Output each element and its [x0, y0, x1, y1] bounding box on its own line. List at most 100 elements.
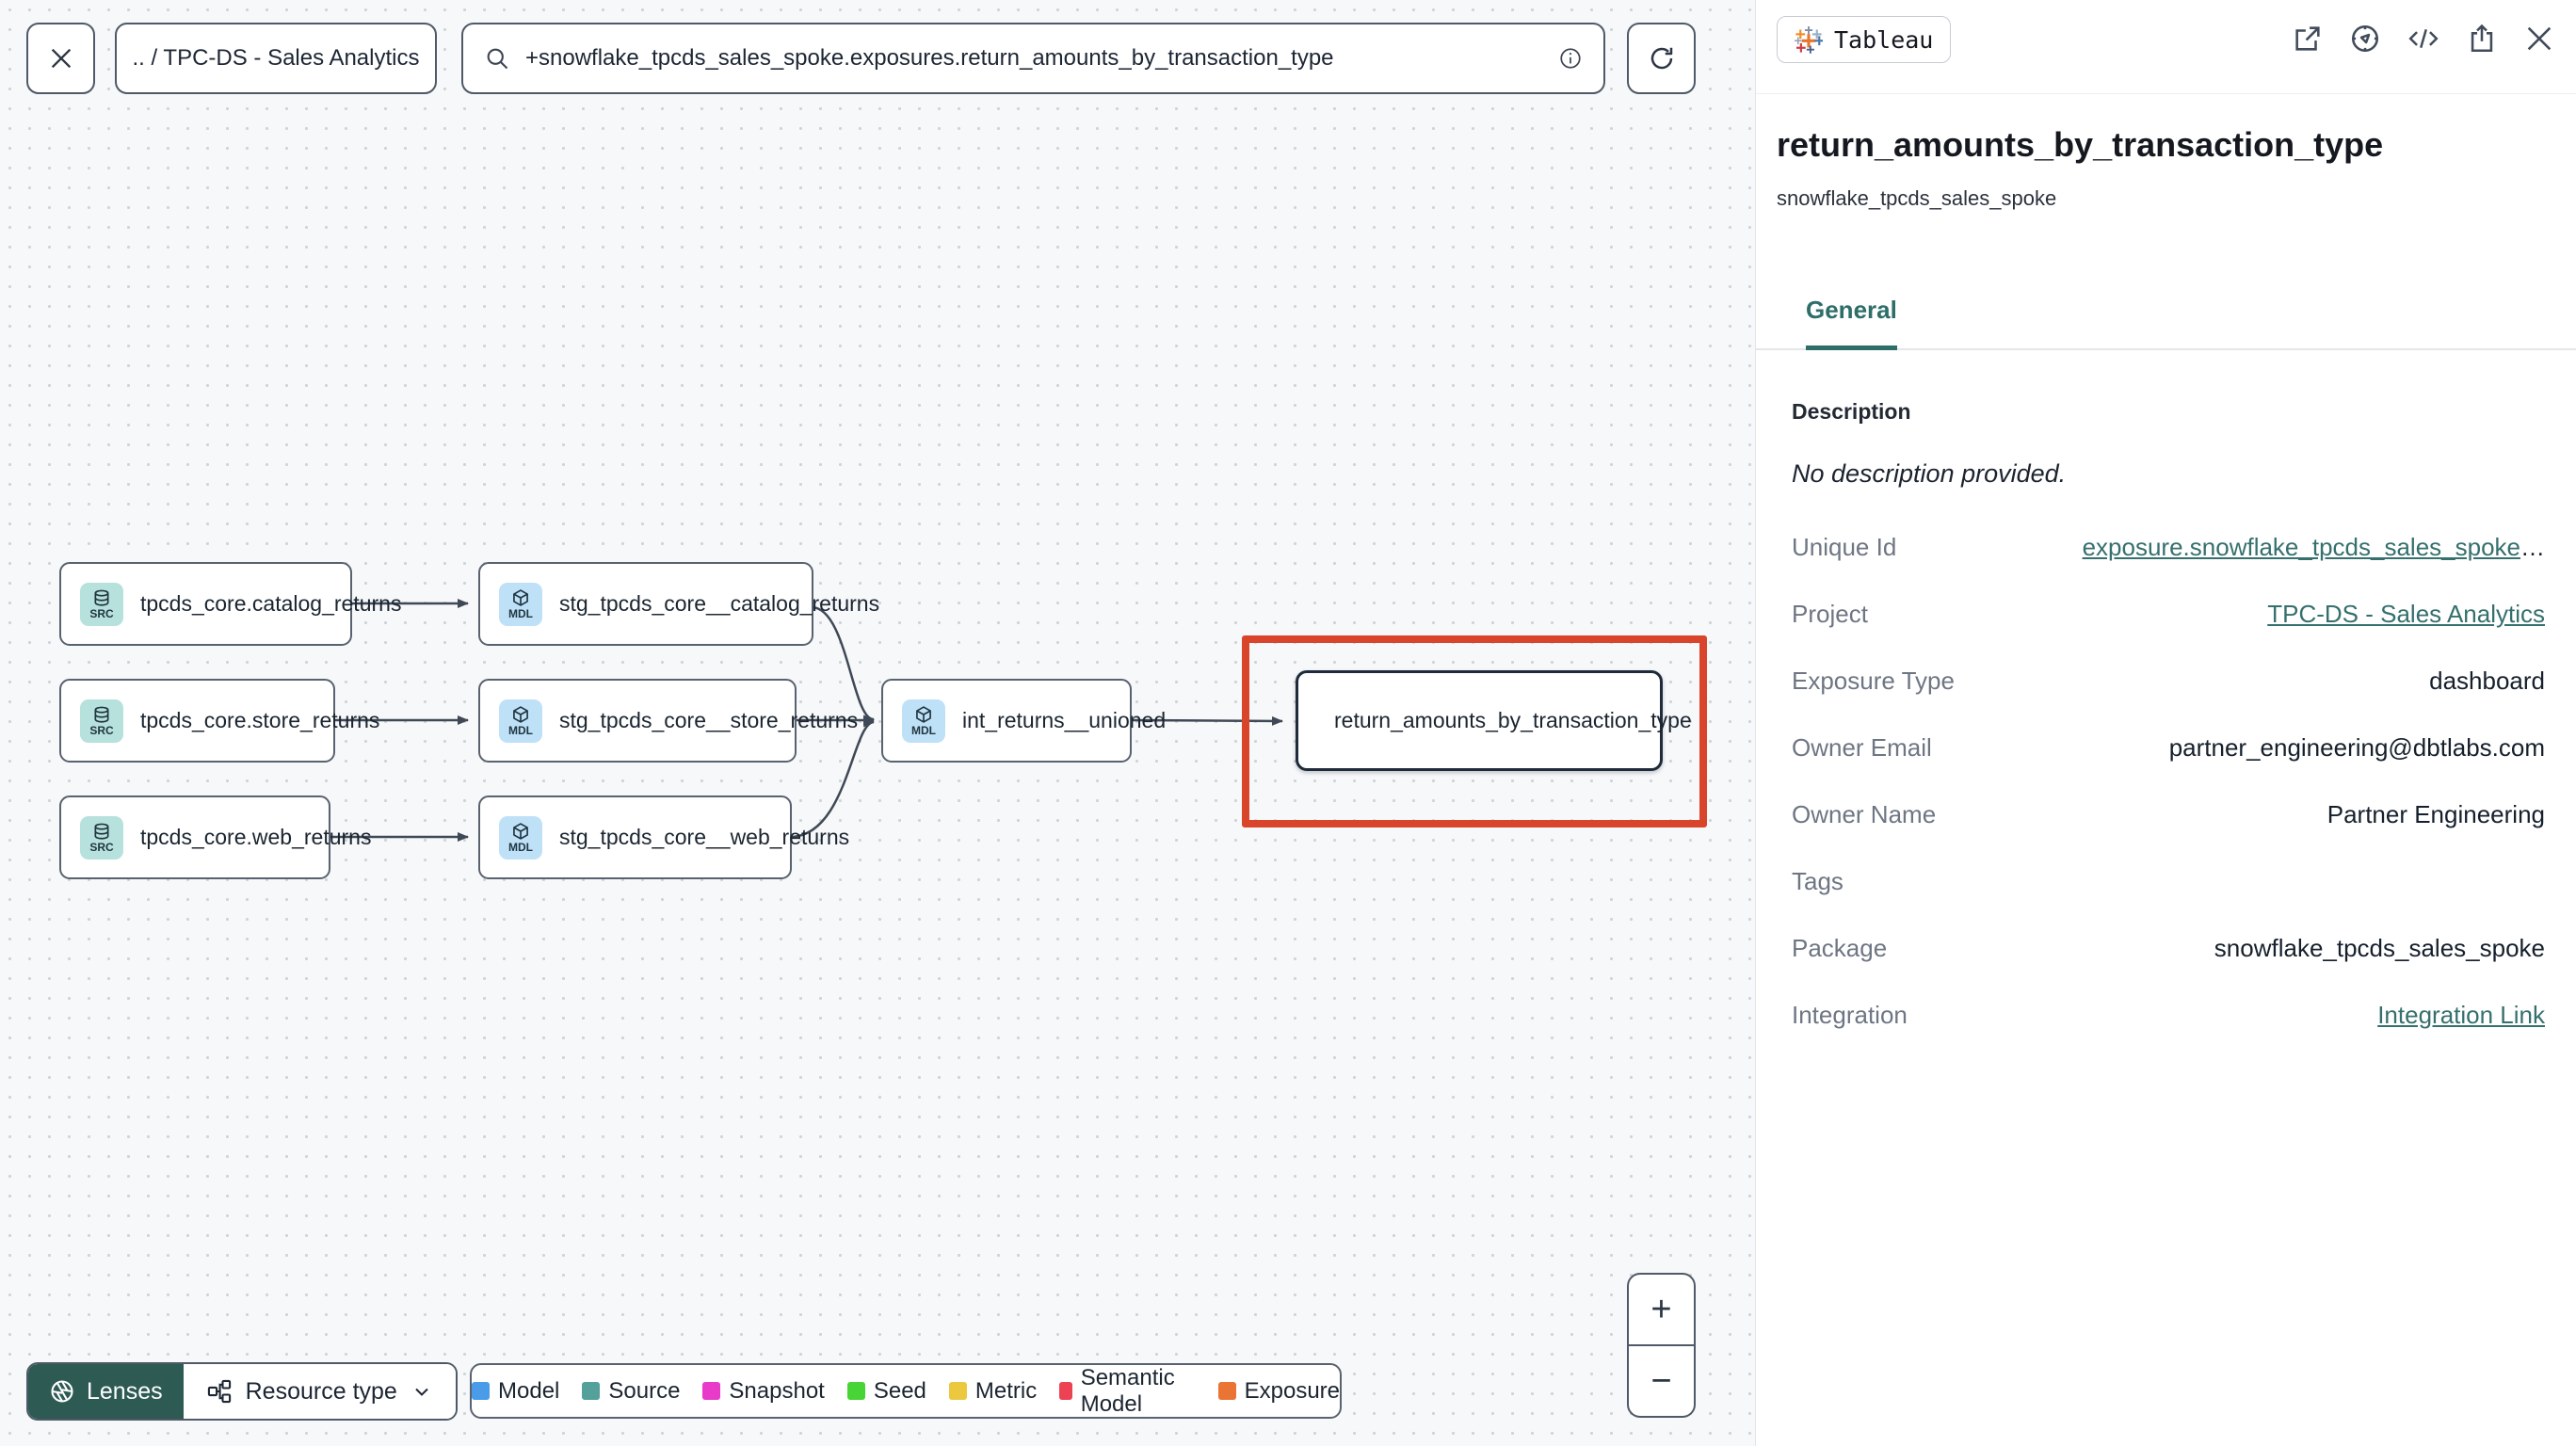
semantic-model-swatch: [1059, 1382, 1072, 1400]
resource-title: return_amounts_by_transaction_type: [1777, 125, 2384, 164]
graph-node-source-web-returns[interactable]: SRC tpcds_core.web_returns: [59, 795, 371, 879]
database-icon: [94, 706, 109, 723]
seed-swatch: [846, 1382, 865, 1400]
node-label: tpcds_core.web_returns: [140, 825, 372, 849]
resource-legend: Model Source Snapshot Seed Metric Semant…: [470, 1363, 1342, 1419]
external-link-icon: [2295, 26, 2320, 51]
node-label: stg_tpcds_core__store_returns: [559, 708, 859, 732]
close-icon: [51, 48, 71, 69]
graph-node-exposure-selected[interactable]: return_amounts_by_transaction_type: [1296, 670, 1692, 771]
resource-type-dropdown[interactable]: Resource type: [183, 1364, 456, 1419]
model-resource-badge: MDL: [499, 582, 542, 626]
legend-item-metric: Metric: [948, 1378, 1037, 1405]
graph-node-source-store-returns[interactable]: SRC tpcds_core.store_returns: [59, 679, 379, 763]
description-empty-text: No description provided.: [1792, 459, 2067, 488]
share-icon: [2471, 24, 2493, 53]
tableau-source-chip[interactable]: Tableau: [1777, 16, 1952, 63]
resource-type-icon: [207, 1379, 231, 1404]
node-label: int_returns__unioned: [962, 708, 1167, 732]
graph-node-stg-catalog-returns[interactable]: MDL stg_tpcds_core__catalog_returns: [478, 562, 879, 646]
project-link[interactable]: TPC-DS - Sales Analytics: [2267, 600, 2545, 629]
field-row-unique-id: Unique Id exposure.snowflake_tpcds_sales…: [1792, 533, 2545, 561]
cube-icon: [513, 823, 528, 840]
cube-icon: [513, 589, 528, 606]
zoom-out-button[interactable]: −: [1629, 1346, 1694, 1416]
legend-item-exposure: Exposure: [1217, 1378, 1340, 1405]
node-label: stg_tpcds_core__web_returns: [559, 825, 850, 849]
zoom-in-button[interactable]: +: [1629, 1275, 1694, 1346]
node-label: return_amounts_by_transaction_type: [1334, 708, 1692, 732]
compass-icon: [2351, 24, 2379, 53]
exposure-swatch: [1217, 1382, 1236, 1400]
legend-item-model: Model: [472, 1378, 559, 1405]
source-resource-badge: SRC: [80, 582, 123, 626]
close-icon: [2527, 26, 2552, 51]
owner-email-value: partner_engineering@dbtlabs.com: [2168, 733, 2545, 762]
model-resource-badge: MDL: [499, 815, 542, 860]
cube-icon: [513, 706, 528, 723]
detail-fields: Unique Id exposure.snowflake_tpcds_sales…: [1756, 514, 2576, 1049]
field-row-exposure-type: Exposure Type dashboard: [1792, 667, 2545, 695]
model-swatch: [472, 1382, 490, 1400]
exposure-type-value: dashboard: [2429, 667, 2545, 695]
explore-button[interactable]: [2349, 23, 2381, 55]
field-row-tags: Tags: [1792, 867, 1843, 895]
graph-node-int-returns-unioned[interactable]: MDL int_returns__unioned: [881, 679, 1166, 763]
source-swatch: [582, 1382, 601, 1400]
refresh-icon: [1650, 47, 1672, 70]
code-icon: [2408, 28, 2439, 49]
tableau-icon: [1795, 25, 1823, 54]
panel-header-actions: [2292, 23, 2555, 55]
model-resource-badge: MDL: [902, 699, 945, 743]
legend-item-seed: Seed: [846, 1378, 926, 1405]
node-label: tpcds_core.catalog_returns: [140, 591, 402, 616]
panel-header: Tableau: [1756, 0, 2576, 94]
description-heading: Description: [1792, 399, 1911, 424]
tab-general[interactable]: General: [1806, 296, 1897, 350]
close-panel-button[interactable]: [2523, 23, 2555, 55]
owner-name-value: Partner Engineering: [2326, 800, 2545, 828]
lineage-canvas[interactable]: SRC tpcds_core.catalog_returns SRC tpcds…: [0, 0, 1755, 1446]
field-row-package: Package snowflake_tpcds_sales_spoke: [1792, 934, 2545, 962]
field-row-integration: Integration Integration Link: [1792, 1001, 2545, 1030]
field-row-owner-email: Owner Email partner_engineering@dbtlabs.…: [1792, 733, 2545, 762]
lens-control-group: Lenses Resource type: [26, 1362, 458, 1421]
lenses-button[interactable]: Lenses: [28, 1364, 184, 1419]
graph-node-stg-store-returns[interactable]: MDL stg_tpcds_core__store_returns: [478, 679, 858, 763]
graph-node-stg-web-returns[interactable]: MDL stg_tpcds_core__web_returns: [478, 795, 849, 879]
aperture-icon: [51, 1380, 73, 1403]
database-icon: [94, 589, 109, 606]
info-icon[interactable]: [1558, 46, 1583, 71]
node-label: tpcds_core.store_returns: [140, 708, 380, 732]
chevron-down-icon: [415, 1388, 428, 1396]
legend-item-snapshot: Snapshot: [702, 1378, 825, 1405]
database-icon: [94, 823, 109, 840]
resource-package-subtitle: snowflake_tpcds_sales_spoke: [1777, 186, 2057, 210]
open-external-button[interactable]: [2292, 23, 2324, 55]
snapshot-swatch: [702, 1382, 721, 1400]
breadcrumb[interactable]: .. / TPC-DS - Sales Analytics: [115, 23, 437, 94]
graph-node-source-catalog-returns[interactable]: SRC tpcds_core.catalog_returns: [59, 562, 401, 646]
model-resource-badge: MDL: [499, 699, 542, 743]
search-icon: [487, 48, 508, 70]
refresh-lineage-button[interactable]: [1627, 23, 1696, 94]
cube-icon: [916, 706, 931, 723]
share-button[interactable]: [2466, 23, 2498, 55]
unique-id-value: exposure.snowflake_tpcds_sales_spoke…: [2082, 533, 2545, 561]
metric-swatch: [948, 1382, 967, 1400]
source-resource-badge: SRC: [80, 699, 123, 743]
field-row-project: Project TPC-DS - Sales Analytics: [1792, 600, 2545, 629]
node-label: stg_tpcds_core__catalog_returns: [559, 591, 880, 616]
package-value: snowflake_tpcds_sales_spoke: [2214, 934, 2545, 962]
legend-item-semantic-model: Semantic Model: [1059, 1365, 1195, 1418]
search-input[interactable]: [525, 45, 1543, 72]
view-code-button[interactable]: [2407, 23, 2440, 55]
unique-id-link[interactable]: exposure.snowflake_tpcds_sales_spoke: [2083, 533, 2520, 561]
panel-tabbar: General: [1756, 282, 2576, 350]
source-resource-badge: SRC: [80, 815, 123, 860]
integration-link[interactable]: Integration Link: [2377, 1001, 2545, 1030]
lineage-search[interactable]: [461, 23, 1605, 94]
field-row-owner-name: Owner Name Partner Engineering: [1792, 800, 2545, 828]
zoom-control: + −: [1627, 1273, 1696, 1418]
close-lineage-button[interactable]: [26, 23, 95, 94]
